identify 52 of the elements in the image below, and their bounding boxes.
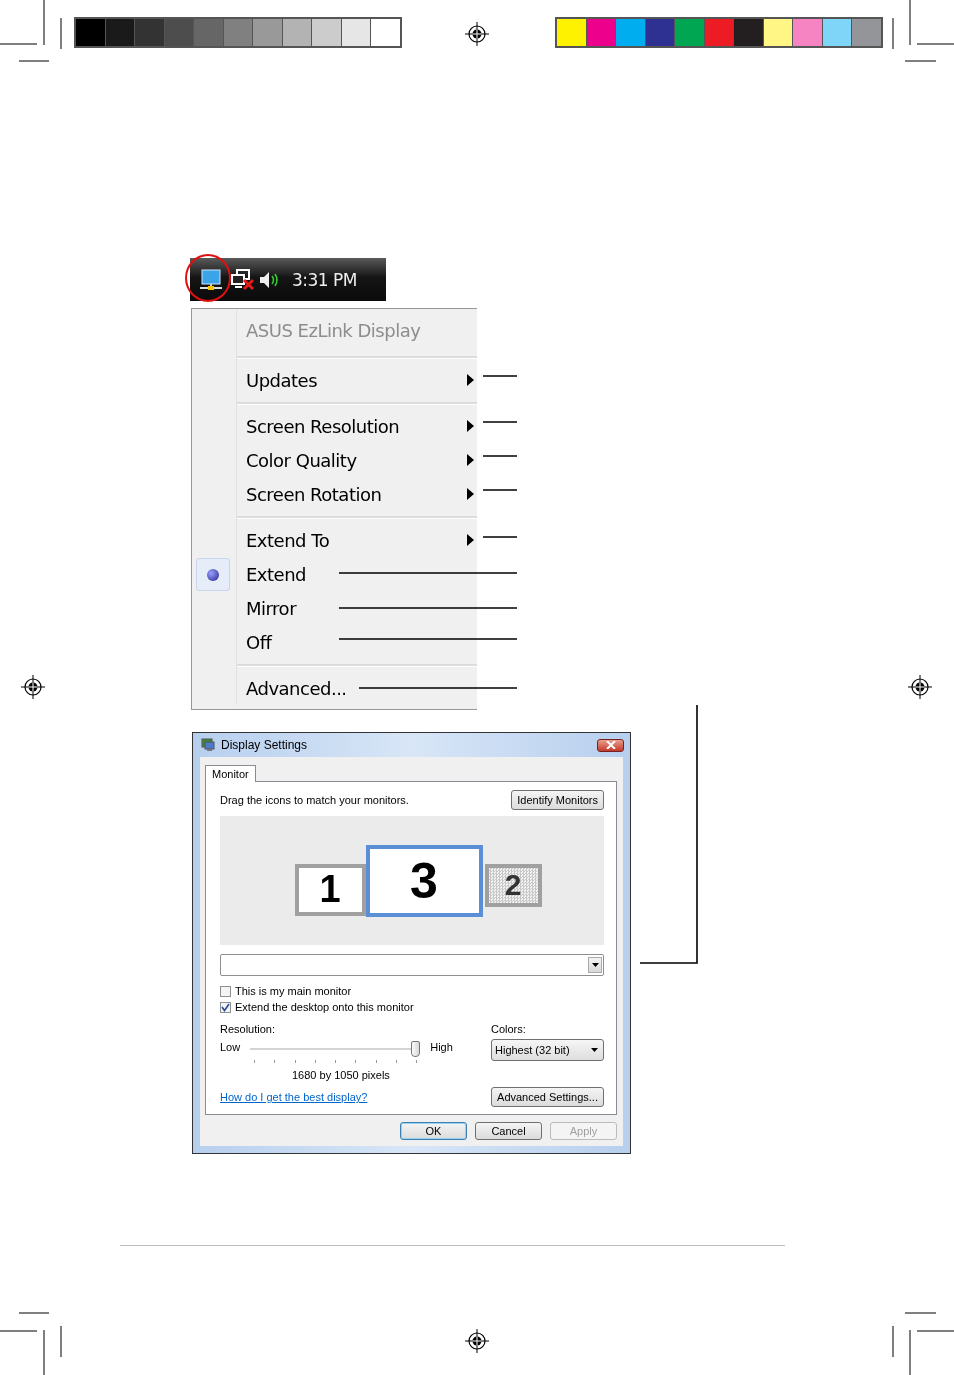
display-icon [201, 738, 215, 752]
checkbox[interactable] [220, 985, 231, 997]
help-link[interactable]: How do I get the best display? [220, 1091, 368, 1103]
clock-time: 3:31 PM [292, 269, 357, 290]
colors-label: Colors: [491, 1023, 527, 1035]
menu-title: ASUS EzLink Display [245, 318, 422, 343]
tab[interactable]: Monitor [205, 765, 256, 782]
network-error-icon[interactable] [230, 267, 256, 292]
leader-line [482, 375, 518, 377]
crop-mark [0, 1312, 62, 1375]
menu-item[interactable]: Screen Resolution [237, 415, 400, 437]
window-title: Display Settings [221, 738, 309, 752]
high-label: High [430, 1041, 453, 1053]
registration-mark [21, 675, 45, 699]
low-label: Low [220, 1041, 241, 1053]
menu-item[interactable]: Screen Rotation [237, 483, 382, 505]
menu-item[interactable]: Updates [237, 369, 318, 391]
menu-item[interactable]: Off [237, 631, 272, 653]
resolution-label: Resolution: [220, 1023, 277, 1035]
registration-mark [465, 1329, 489, 1353]
instruction-text: Drag the icons to match your monitors. [220, 794, 409, 806]
advanced-settings-button[interactable]: Advanced Settings... [491, 1087, 604, 1107]
checkbox[interactable] [220, 1001, 231, 1013]
close-icon [605, 741, 616, 749]
colors-dropdown[interactable]: Highest (32 bit) [491, 1039, 604, 1061]
menu-item[interactable]: Extend [237, 563, 306, 585]
checkbox-label: Extend the desktop onto this monitor [235, 1001, 414, 1013]
monitor-tile[interactable]: 1 [294, 863, 366, 916]
dropdown-arrow-icon [591, 1048, 598, 1052]
close-button[interactable] [597, 738, 624, 752]
menu-item[interactable]: Color Quality [237, 449, 357, 471]
registration-mark [908, 675, 932, 699]
monitor-tile[interactable]: 3 [365, 844, 483, 917]
crop-mark [0, 0, 62, 62]
crop-mark [892, 1312, 954, 1375]
resolution-reading: 1680 by 1050 pixels [292, 1069, 391, 1081]
checkbox-label: This is my main monitor [235, 985, 352, 997]
monitor-dropdown[interactable] [220, 954, 604, 976]
resolution-slider[interactable] [250, 1041, 421, 1063]
leader-line [482, 455, 518, 457]
menu-item[interactable]: Advanced... [237, 677, 347, 699]
leader-line [482, 536, 518, 538]
leader-line [482, 489, 518, 491]
crop-mark [892, 0, 954, 62]
menu-item[interactable]: Extend To [237, 529, 330, 551]
identify-monitors-button[interactable]: Identify Monitors [511, 790, 604, 810]
monitor-icon[interactable] [198, 266, 224, 293]
dialog-button[interactable]: OK [400, 1122, 467, 1140]
registration-mark [465, 22, 489, 46]
menu-item[interactable]: Mirror [237, 597, 297, 619]
leader-line [482, 421, 518, 423]
dialog-button[interactable]: Cancel [475, 1122, 542, 1140]
